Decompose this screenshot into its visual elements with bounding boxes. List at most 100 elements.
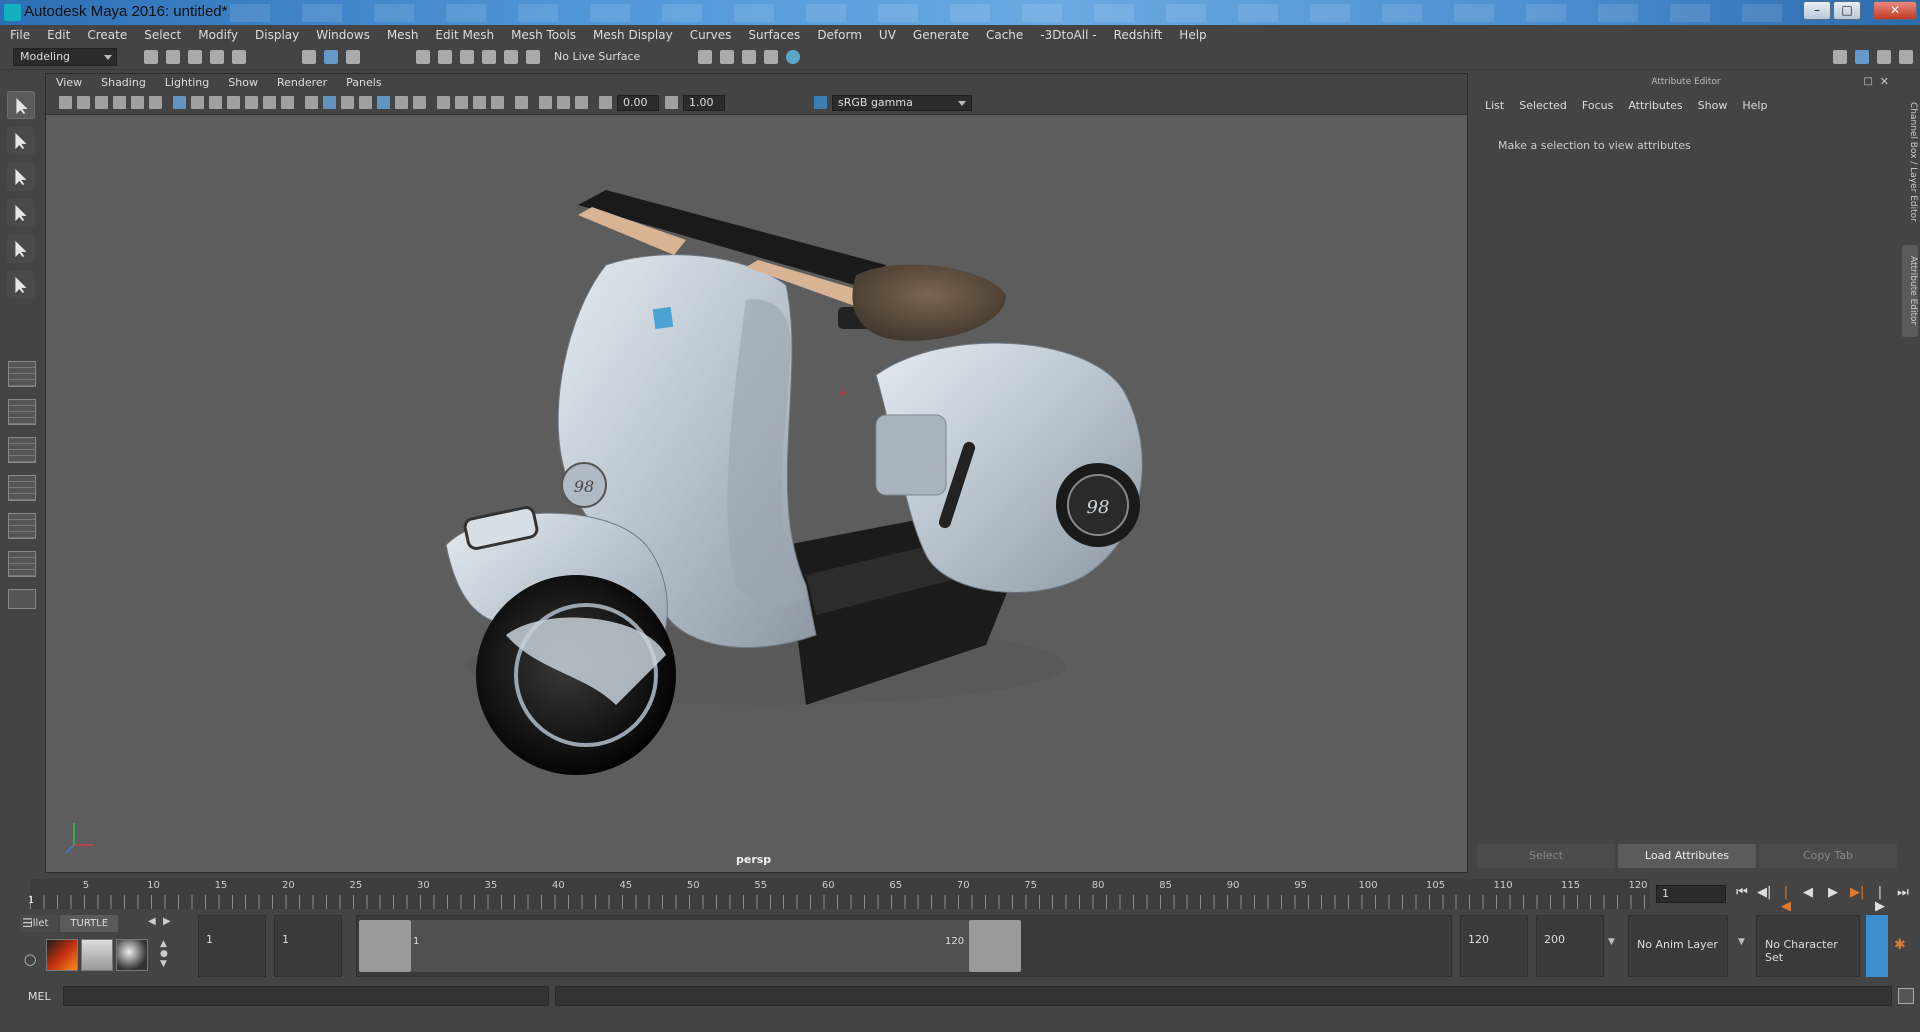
panel-menu-shading[interactable]: Shading <box>101 76 146 89</box>
redo-icon[interactable] <box>232 50 246 64</box>
new-scene-icon[interactable] <box>144 50 158 64</box>
camera-select-icon[interactable] <box>59 96 72 109</box>
go-to-end-icon[interactable]: ⏭ <box>1896 886 1910 900</box>
panel-menu-view[interactable]: View <box>56 76 82 89</box>
character-set-select[interactable]: No Character Set <box>1756 915 1860 977</box>
screen-space-ao-icon[interactable] <box>437 96 450 109</box>
shelf-scroll-right-icon[interactable]: ▶ <box>163 916 171 927</box>
color-management-icon[interactable] <box>814 96 827 109</box>
open-scene-icon[interactable] <box>166 50 180 64</box>
safe-title-icon[interactable] <box>281 96 294 109</box>
menu-mesh-tools[interactable]: Mesh Tools <box>511 28 576 42</box>
grid-icon[interactable] <box>173 96 186 109</box>
gamma-icon[interactable] <box>665 96 678 109</box>
menu-deform[interactable]: Deform <box>817 28 862 42</box>
default-material-icon[interactable] <box>341 96 354 109</box>
toggle-channel-box-icon[interactable] <box>1899 50 1913 64</box>
wireframe-on-shaded-icon[interactable] <box>359 96 372 109</box>
turtle-bake-icon[interactable] <box>81 939 113 971</box>
menu-help[interactable]: Help <box>1179 28 1206 42</box>
shelf-scroll-left-icon[interactable]: ◀ <box>148 916 156 927</box>
float-panel-icon[interactable]: □ <box>1864 76 1873 87</box>
render-frame-icon[interactable] <box>720 50 734 64</box>
panel-menu-show[interactable]: Show <box>228 76 258 89</box>
shadows-icon[interactable] <box>413 96 426 109</box>
select-button[interactable]: Select <box>1477 844 1615 868</box>
single-pane-layout-icon[interactable] <box>8 361 36 387</box>
undo-icon[interactable] <box>210 50 224 64</box>
animation-preferences-button[interactable] <box>1866 915 1888 977</box>
shelf-settings-icon[interactable]: ◯ <box>24 953 36 966</box>
3d-scene[interactable]: 98 98 + <box>46 115 1467 872</box>
four-pane-layout-icon[interactable] <box>8 399 36 425</box>
menu-redshift[interactable]: Redshift <box>1114 28 1163 42</box>
menu-file[interactable]: File <box>10 28 30 42</box>
select-tool[interactable] <box>7 91 35 119</box>
snap-live-icon[interactable] <box>504 50 518 64</box>
paint-select-tool[interactable] <box>7 163 35 191</box>
menu-select[interactable]: Select <box>144 28 181 42</box>
menu-3dtoall[interactable]: -3DtoAll - <box>1040 28 1096 42</box>
scale-tool[interactable] <box>7 271 35 299</box>
range-end-handle[interactable] <box>969 920 1021 972</box>
auto-key-icon[interactable]: ✱ <box>1894 937 1906 953</box>
resolution-gate-icon[interactable] <box>209 96 222 109</box>
shelf-menu-icon[interactable]: ☰ <box>22 916 33 930</box>
2d-pan-zoom-icon[interactable] <box>131 96 144 109</box>
play-forwards-icon[interactable]: ▶ <box>1826 886 1840 900</box>
menu-set-selector[interactable]: Modeling <box>13 48 117 66</box>
use-all-lights-icon[interactable] <box>395 96 408 109</box>
xray-active-icon[interactable] <box>557 96 570 109</box>
time-ruler[interactable]: 5 10 15 20 25 30 35 40 45 50 55 60 65 70 75 80 85 90 95 100… <box>30 879 1650 909</box>
tab-attribute-editor[interactable]: Attribute Editor <box>1902 245 1918 337</box>
side-by-side-layout-icon[interactable] <box>8 437 36 463</box>
graph-layout-icon[interactable] <box>8 551 36 577</box>
close-panel-icon[interactable]: ✕ <box>1880 75 1889 88</box>
menu-generate[interactable]: Generate <box>913 28 969 42</box>
grease-pencil-icon[interactable] <box>149 96 162 109</box>
select-hierarchy-icon[interactable] <box>302 50 316 64</box>
toggle-tool-settings-icon[interactable] <box>1877 50 1891 64</box>
menu-modify[interactable]: Modify <box>198 28 238 42</box>
current-frame-field[interactable]: 1 <box>1656 885 1726 903</box>
load-attributes-button[interactable]: Load Attributes <box>1618 844 1756 868</box>
step-back-key-icon[interactable]: |◀ <box>1779 886 1793 914</box>
menu-mesh-display[interactable]: Mesh Display <box>593 28 673 42</box>
snap-view-plane-icon[interactable] <box>482 50 496 64</box>
menu-display[interactable]: Display <box>255 28 299 42</box>
select-component-icon[interactable] <box>346 50 360 64</box>
more-layouts-icon[interactable] <box>8 589 36 609</box>
minimize-button[interactable]: – <box>1803 1 1831 20</box>
attr-menu-attributes[interactable]: Attributes <box>1628 99 1682 112</box>
snap-grid-icon[interactable] <box>416 50 430 64</box>
safe-action-icon[interactable] <box>263 96 276 109</box>
gamma-field[interactable]: 1.00 <box>683 95 725 111</box>
snap-point-icon[interactable] <box>460 50 474 64</box>
close-button[interactable]: ✕ <box>1873 1 1917 20</box>
rotate-tool[interactable] <box>7 235 35 263</box>
motion-blur-icon[interactable] <box>455 96 468 109</box>
anti-aliasing-icon[interactable] <box>473 96 486 109</box>
depth-of-field-icon[interactable] <box>491 96 504 109</box>
shelf-scroll-icon[interactable]: ▲ ● ▼ <box>160 939 168 969</box>
gate-mask-icon[interactable] <box>227 96 240 109</box>
toggle-attribute-editor-icon[interactable] <box>1855 50 1869 64</box>
script-editor-icon[interactable] <box>1898 988 1914 1004</box>
exposure-field[interactable]: 0.00 <box>617 95 659 111</box>
anim-layer-select[interactable]: No Anim Layer <box>1628 915 1728 977</box>
tab-channel-box[interactable]: Channel Box / Layer Editor <box>1902 87 1918 237</box>
playback-start-field[interactable]: 1 <box>274 915 342 977</box>
outliner-layout-icon[interactable] <box>8 513 36 539</box>
live-surface-field[interactable]: No Live Surface <box>554 50 640 63</box>
smooth-shade-icon[interactable] <box>323 96 336 109</box>
hypershade-icon[interactable] <box>786 50 800 64</box>
menu-curves[interactable]: Curves <box>690 28 732 42</box>
command-input[interactable] <box>63 986 549 1006</box>
stacked-layout-icon[interactable] <box>8 475 36 501</box>
turtle-material-icon[interactable] <box>116 939 148 971</box>
step-back-icon[interactable]: ◀| <box>1757 886 1771 900</box>
wireframe-icon[interactable] <box>305 96 318 109</box>
copy-tab-button[interactable]: Copy Tab <box>1759 844 1897 868</box>
step-forward-icon[interactable]: |▶ <box>1873 886 1887 914</box>
play-backwards-icon[interactable]: ◀ <box>1801 886 1815 900</box>
